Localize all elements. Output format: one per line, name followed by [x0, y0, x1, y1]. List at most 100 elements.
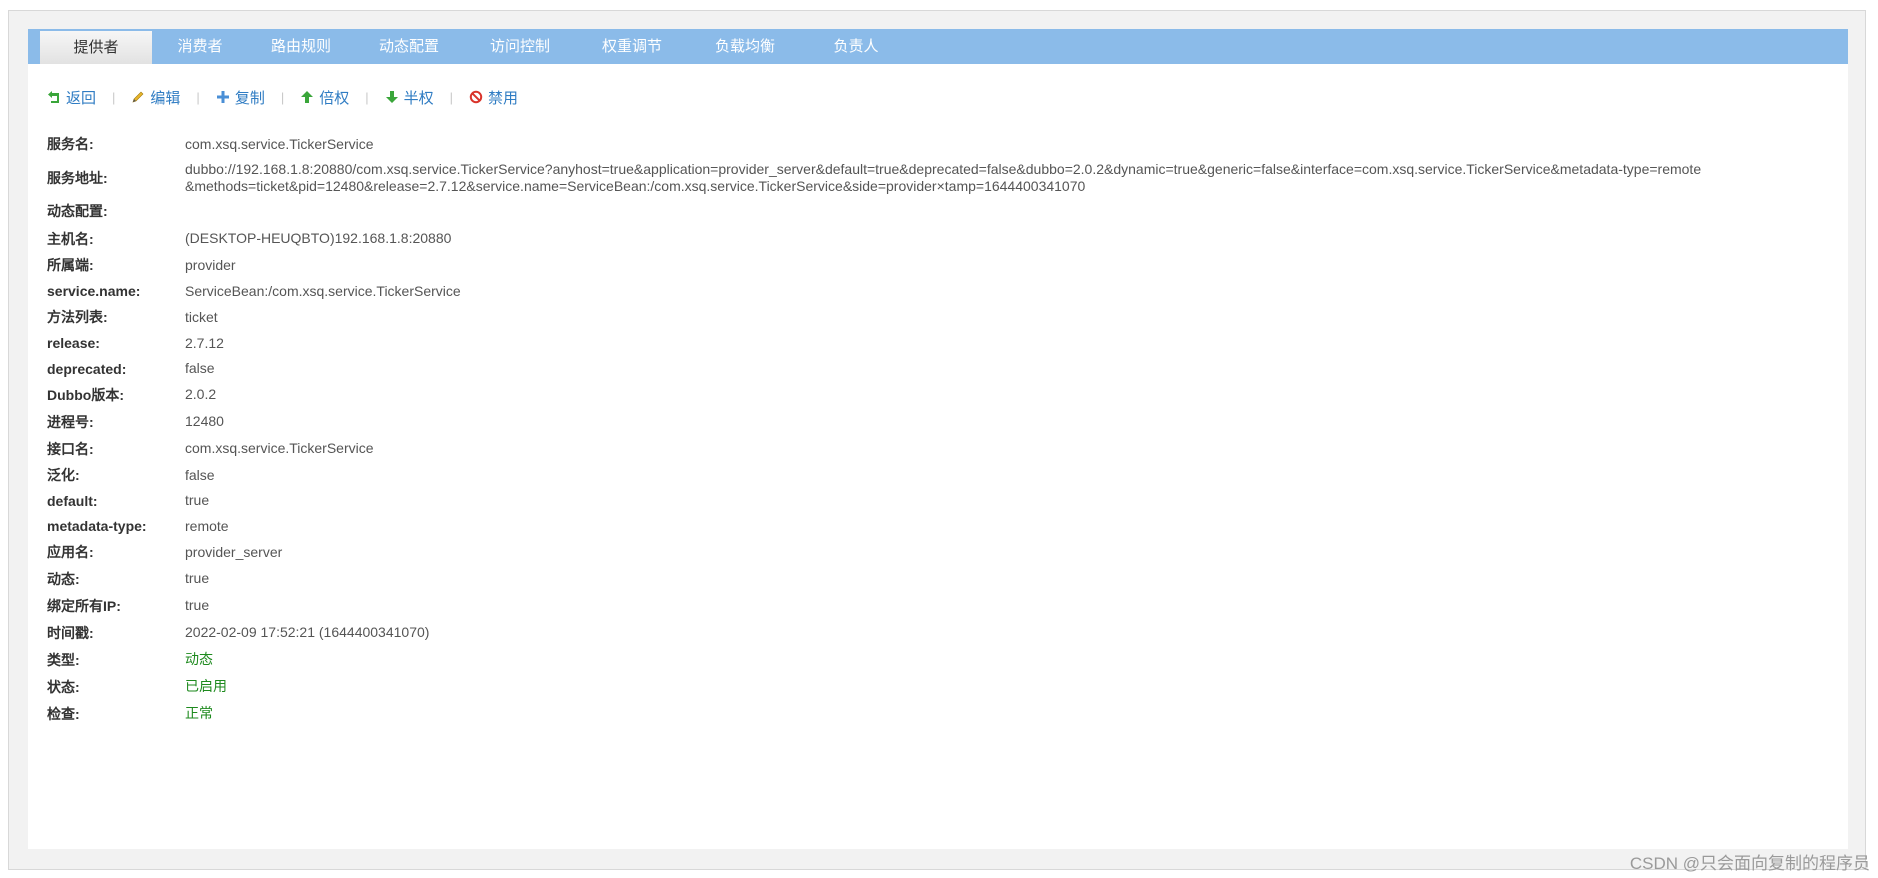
detail-row-deprecated: deprecated: false — [47, 356, 1837, 381]
detail-row-interface: 接口名: com.xsq.service.TickerService — [47, 435, 1837, 462]
detail-value: true — [185, 492, 210, 508]
detail-row-type: 类型: 动态 — [47, 646, 1837, 673]
tab-providers[interactable]: 提供者 — [40, 31, 152, 64]
detail-row-dubbo-version: Dubbo版本: 2.0.2 — [47, 381, 1837, 408]
disable-button[interactable]: 禁用 — [469, 87, 518, 108]
tab-weight-adjust[interactable]: 权重调节 — [576, 29, 688, 64]
detail-row-metadata-type: metadata-type: remote — [47, 513, 1837, 539]
detail-value: (DESKTOP-HEUQBTO)192.168.1.8:20880 — [185, 230, 452, 246]
detail-row-timestamp: 时间戳: 2022-02-09 17:52:21 (1644400341070) — [47, 619, 1837, 646]
toolbar-separator: | — [112, 89, 116, 105]
detail-row-generic: 泛化: false — [47, 462, 1837, 488]
detail-label: Dubbo版本: — [47, 386, 124, 403]
detail-label: 服务地址: — [47, 170, 108, 186]
arrow-down-icon — [385, 90, 399, 104]
copy-button[interactable]: 复制 — [216, 87, 265, 108]
back-button[interactable]: 返回 — [47, 87, 96, 108]
half-weight-button[interactable]: 半权 — [385, 87, 434, 108]
detail-label: release: — [47, 335, 100, 351]
action-toolbar: 返回 | 编辑 | 复制 | 倍权 | 半权 | 禁用 — [47, 85, 518, 109]
detail-value: ServiceBean:/com.xsq.service.TickerServi… — [185, 282, 461, 299]
detail-row-side: 所属端: provider — [47, 252, 1837, 278]
detail-value: 2022-02-09 17:52:21 (1644400341070) — [185, 624, 430, 640]
disable-label: 禁用 — [488, 89, 519, 107]
watermark: CSDN @只会面向复制的程序员 — [1629, 854, 1870, 873]
detail-row-dynamic-config: 动态配置: — [47, 197, 1837, 225]
detail-value: true — [185, 570, 210, 586]
detail-row-service-name-param: service.name: ServiceBean:/com.xsq.servi… — [47, 278, 1837, 304]
detail-label: 方法列表: — [47, 309, 108, 325]
detail-label: 主机名: — [47, 230, 94, 247]
detail-label: 所属端: — [47, 257, 94, 273]
back-label: 返回 — [66, 89, 97, 107]
toolbar-separator: | — [280, 89, 285, 105]
detail-label: deprecated: — [47, 360, 127, 377]
pencil-icon — [131, 90, 145, 104]
detail-label: 动态配置: — [47, 203, 108, 219]
detail-row-pid: 进程号: 12480 — [47, 408, 1837, 435]
copy-label: 复制 — [234, 89, 265, 107]
detail-row-methods: 方法列表: ticket — [47, 304, 1837, 330]
detail-label: 状态: — [47, 678, 80, 695]
detail-label: 检查: — [47, 705, 80, 722]
detail-value: true — [185, 597, 210, 613]
detail-value: false — [185, 360, 215, 376]
forbidden-icon — [469, 90, 483, 104]
detail-label: 类型: — [47, 651, 80, 668]
detail-row-host: 主机名: (DESKTOP-HEUQBTO)192.168.1.8:20880 — [47, 225, 1837, 252]
tab-dynamic-config[interactable]: 动态配置 — [354, 29, 464, 64]
detail-value: 12480 — [185, 413, 224, 429]
detail-label: 动态: — [47, 570, 80, 587]
tab-consumers[interactable]: 消费者 — [152, 29, 248, 64]
tab-owners[interactable]: 负责人 — [802, 29, 910, 64]
detail-label: 时间戳: — [47, 624, 94, 641]
detail-label: service.name: — [47, 283, 141, 299]
detail-row-status: 状态: 已启用 — [47, 673, 1837, 700]
edit-label: 编辑 — [150, 89, 181, 107]
detail-row-service-url: 服务地址: dubbo://192.168.1.8:20880/com.xsq.… — [47, 159, 1837, 197]
toolbar-separator: | — [449, 89, 454, 105]
return-arrow-icon — [47, 90, 61, 104]
detail-value: provider_server — [185, 543, 283, 560]
double-weight-label: 倍权 — [319, 89, 350, 107]
detail-row-check: 检查: 正常 — [47, 700, 1837, 727]
detail-label: 接口名: — [47, 440, 94, 457]
type-value: 动态 — [185, 651, 213, 667]
detail-row-anyhost: 绑定所有IP: true — [47, 592, 1837, 619]
detail-value: ticket — [185, 308, 218, 325]
plus-icon — [216, 90, 230, 104]
detail-row-service-name: 服务名: com.xsq.service.TickerService — [47, 129, 1837, 159]
tab-bar: 提供者 消费者 路由规则 动态配置 访问控制 权重调节 负载均衡 负责人 — [28, 29, 1848, 64]
tab-routing-rules[interactable]: 路由规则 — [248, 29, 354, 64]
tab-load-balance[interactable]: 负载均衡 — [688, 29, 802, 64]
detail-label: 泛化: — [47, 467, 80, 483]
detail-label: default: — [47, 492, 98, 509]
edit-button[interactable]: 编辑 — [131, 87, 180, 108]
arrow-up-icon — [300, 90, 314, 104]
detail-value: remote — [185, 517, 229, 534]
service-url-line-1: dubbo://192.168.1.8:20880/com.xsq.servic… — [185, 161, 1702, 177]
detail-row-release: release: 2.7.12 — [47, 330, 1837, 356]
detail-value: provider — [185, 256, 236, 273]
detail-value: 2.7.12 — [185, 334, 224, 351]
detail-value: false — [185, 466, 215, 483]
detail-row-dynamic: 动态: true — [47, 565, 1837, 592]
detail-value: com.xsq.service.TickerService — [185, 440, 374, 456]
detail-label: 应用名: — [47, 544, 94, 560]
half-weight-label: 半权 — [403, 89, 434, 107]
detail-label: 进程号: — [47, 413, 94, 430]
detail-label: metadata-type: — [47, 518, 147, 534]
detail-label: 绑定所有IP: — [47, 597, 121, 614]
status-value: 已启用 — [185, 678, 227, 694]
service-url-line-2: &methods=ticket&pid=12480&release=2.7.12… — [185, 178, 1086, 194]
provider-details: 服务名: com.xsq.service.TickerService 服务地址:… — [47, 129, 1837, 727]
detail-row-application: 应用名: provider_server — [47, 539, 1837, 565]
toolbar-separator: | — [365, 89, 369, 105]
tab-access-control[interactable]: 访问控制 — [464, 29, 576, 64]
check-value: 正常 — [185, 705, 213, 721]
detail-value: 2.0.2 — [185, 386, 217, 402]
toolbar-separator: | — [196, 89, 200, 105]
detail-value: dubbo://192.168.1.8:20880/com.xsq.servic… — [185, 161, 1701, 195]
double-weight-button[interactable]: 倍权 — [300, 87, 349, 108]
detail-row-default: default: true — [47, 488, 1837, 513]
